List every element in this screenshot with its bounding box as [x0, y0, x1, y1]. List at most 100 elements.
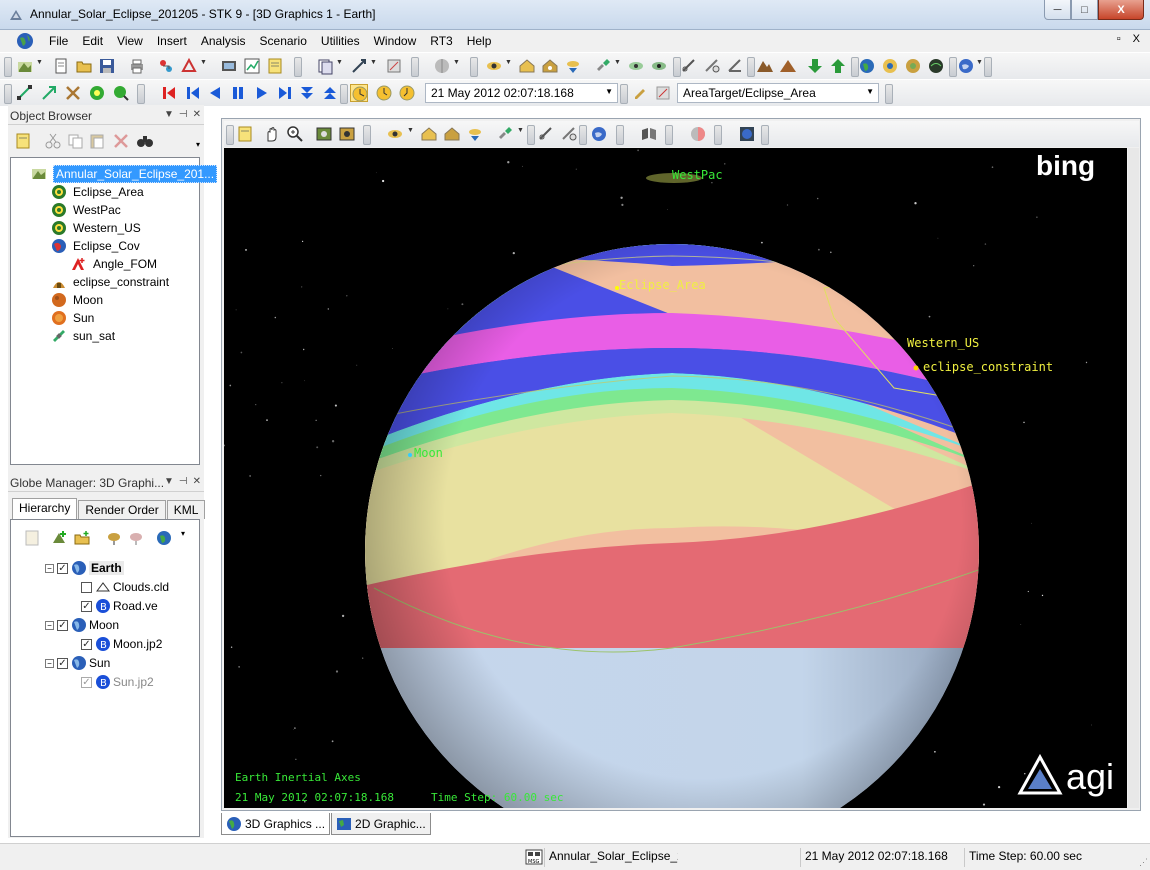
dropdown-arrow-icon[interactable]: ▼ [453, 59, 460, 73]
minimize-button[interactable]: ─ [1044, 0, 1071, 20]
toolbar-grip[interactable] [984, 57, 992, 77]
tree-item-eclipse-area[interactable]: Eclipse_Area [51, 183, 144, 201]
toolbar-grip[interactable] [340, 84, 348, 104]
green-target-icon[interactable] [88, 84, 106, 102]
imagery-view-icon[interactable] [127, 529, 145, 547]
home-view-icon[interactable] [420, 125, 438, 143]
realtime-clock-icon[interactable] [350, 84, 368, 102]
chevron-down-icon[interactable]: ▼ [605, 87, 613, 96]
menu-edit[interactable]: Edit [75, 34, 110, 48]
zoom-view-icon[interactable] [541, 57, 559, 75]
delete-icon[interactable] [112, 132, 130, 150]
print-icon[interactable] [128, 57, 146, 75]
add-globe-layer-icon[interactable] [51, 529, 69, 547]
toolbar-grip[interactable] [527, 125, 535, 145]
toolbar-overflow-icon[interactable]: ▾ [181, 529, 185, 538]
track-view-icon[interactable] [627, 57, 645, 75]
message-viewer-icon[interactable]: MSG [525, 849, 543, 865]
clock-x-icon[interactable] [398, 84, 416, 102]
zoom-icon[interactable] [286, 125, 304, 143]
viewport-scrollbar[interactable] [1128, 148, 1139, 808]
arrow-down-icon[interactable] [806, 57, 824, 75]
current-time-field[interactable]: 21 May 2012 02:07:18.168 ▼ [425, 83, 618, 103]
object-properties-icon[interactable] [157, 57, 175, 75]
close-button[interactable]: X [1098, 0, 1144, 20]
satellite-view-icon[interactable] [594, 57, 612, 75]
new-document-icon[interactable] [52, 57, 70, 75]
layer-earth[interactable]: − ✓ Earth [45, 559, 124, 577]
cut-icon[interactable] [44, 132, 62, 150]
tree-item-scenario[interactable]: Annular_Solar_Eclipse_201... [31, 165, 218, 183]
view-from-icon[interactable] [386, 125, 404, 143]
toolbar-grip[interactable] [579, 125, 587, 145]
tab-3d-graphics[interactable]: 3D Graphics ... [221, 813, 331, 835]
notes-icon[interactable] [266, 57, 284, 75]
tab-kml[interactable]: KML [166, 500, 206, 519]
toolbar-grip[interactable] [294, 57, 302, 77]
toolbar-grip[interactable] [137, 84, 145, 104]
toolbar-grip[interactable] [411, 57, 419, 77]
menu-help[interactable]: Help [460, 34, 499, 48]
tree-item-moon[interactable]: Moon [51, 291, 103, 309]
measure-icon[interactable] [537, 125, 555, 143]
panel-close-icon[interactable]: ✕ [193, 476, 201, 487]
menu-rt3[interactable]: RT3 [423, 34, 459, 48]
properties-icon[interactable] [23, 529, 41, 547]
sun-checkbox[interactable]: ✓ [57, 657, 68, 669]
globe-manager-icon[interactable] [738, 125, 756, 143]
measure-icon[interactable] [680, 57, 698, 75]
satellite-view-icon[interactable] [496, 125, 514, 143]
tree-item-sun-sat[interactable]: sun_sat [51, 327, 115, 345]
open-folder-icon[interactable] [75, 57, 93, 75]
properties-icon[interactable] [14, 132, 32, 150]
maximize-button[interactable]: □ [1071, 0, 1098, 20]
slower-icon[interactable] [298, 84, 316, 102]
toolbar-grip[interactable] [620, 84, 628, 104]
record-movie-icon[interactable] [338, 125, 356, 143]
toolbar-grip[interactable] [616, 125, 624, 145]
home-view-icon[interactable] [518, 57, 536, 75]
properties-icon[interactable] [236, 125, 254, 143]
tree-item-eclipse-constraint[interactable]: eclipse_constraint [51, 273, 169, 291]
earth-globe[interactable] [224, 148, 1127, 808]
document-list-icon[interactable] [316, 57, 334, 75]
zoom-view-icon[interactable] [443, 125, 461, 143]
distance-icon[interactable] [703, 57, 721, 75]
tree-item-sun[interactable]: Sun [51, 309, 94, 327]
vector-arrow-icon[interactable] [40, 84, 58, 102]
step-forward-icon[interactable] [276, 84, 294, 102]
current-object-combo[interactable]: AreaTarget/Eclipse_Area ▼ [677, 83, 879, 103]
globe-settings-icon[interactable] [957, 57, 975, 75]
dropdown-arrow-icon[interactable]: ▼ [517, 127, 524, 141]
dropdown-arrow-icon[interactable]: ▼ [36, 59, 43, 73]
play-forward-icon[interactable] [253, 84, 271, 102]
terrain-icon[interactable] [756, 57, 774, 75]
collapse-icon[interactable]: − [45, 620, 54, 630]
dropdown-arrow-icon[interactable]: ▼ [200, 59, 207, 73]
toolbar-grip[interactable] [226, 125, 234, 145]
tab-hierarchy[interactable]: Hierarchy [12, 498, 78, 519]
tree-item-westpac[interactable]: WestPac [51, 201, 121, 219]
toolbar-grip[interactable] [665, 125, 673, 145]
clock-icon[interactable] [375, 84, 393, 102]
terrain-view-icon[interactable] [105, 529, 123, 547]
toolbar-grip[interactable] [885, 84, 893, 104]
pan-hand-icon[interactable] [263, 125, 281, 143]
sun-image-checkbox[interactable]: ✓ [81, 676, 92, 688]
tree-item-eclipse-cov[interactable]: Eclipse_Cov [51, 237, 140, 255]
layer-sun[interactable]: − ✓ Sun [45, 654, 110, 672]
vector-tool-icon[interactable] [350, 57, 368, 75]
globe-view-icon[interactable] [858, 57, 876, 75]
copy-icon[interactable] [66, 132, 84, 150]
3d-viewport[interactable]: WestPac Eclipse_Area Western_US eclipse_… [224, 148, 1127, 808]
distance-icon[interactable] [560, 125, 578, 143]
toolbar-grip[interactable] [747, 57, 755, 77]
toolbar-grip[interactable] [949, 57, 957, 77]
road-checkbox[interactable]: ✓ [81, 600, 92, 612]
graph-icon[interactable] [243, 57, 261, 75]
earth-checkbox[interactable]: ✓ [57, 562, 68, 574]
tab-2d-graphics[interactable]: 2D Graphic... [331, 813, 431, 835]
reset-animation-icon[interactable] [160, 84, 178, 102]
document-globe-icon[interactable] [16, 32, 34, 50]
clouds-checkbox[interactable] [81, 581, 92, 593]
